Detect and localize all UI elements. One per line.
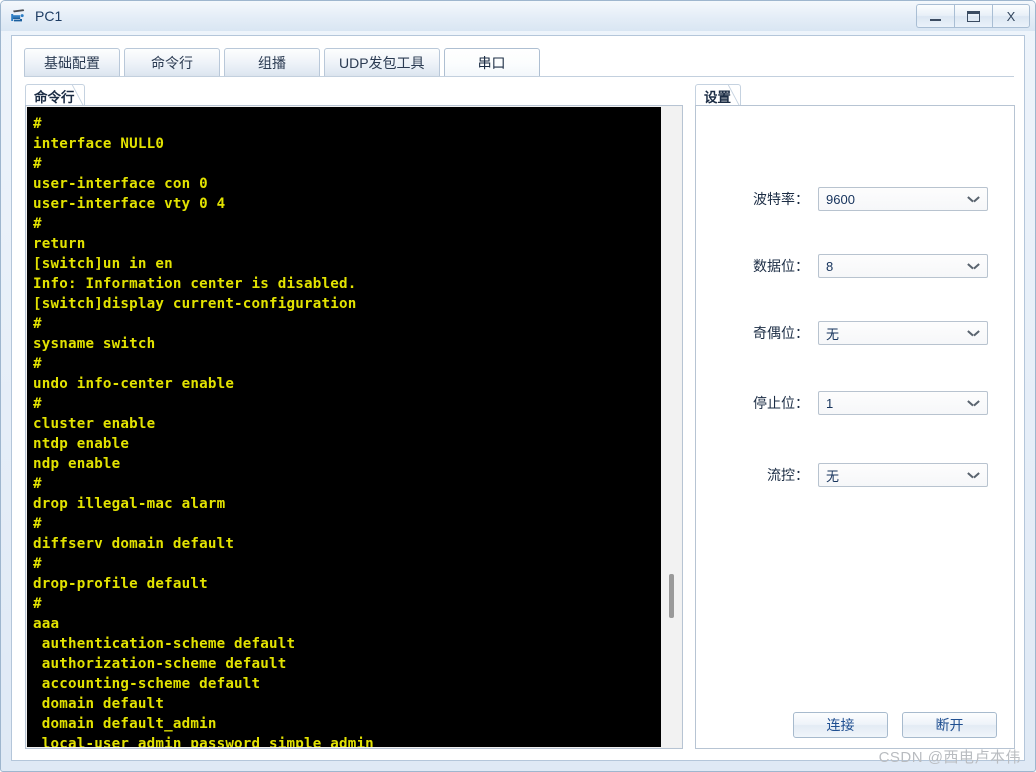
- field-row-data-bits: 数据位： 8: [696, 254, 1016, 278]
- terminal-container: # interface NULL0 # user-interface con 0…: [25, 105, 683, 749]
- settings-panel: 波特率： 9600 数据位： 8 奇偶位： 无 停止位： 1 流控： 无 连接 …: [695, 105, 1015, 749]
- minimize-icon: [930, 18, 941, 21]
- settings-actions: 连接 断开: [696, 712, 1016, 738]
- chevron-down-icon: [969, 472, 978, 481]
- application-window: PC1 X 基础配置 命令行 组播 UDP发包工具 串口 命令行 # inter…: [0, 0, 1036, 772]
- flow-control-value: 无: [826, 468, 840, 484]
- parity-label: 奇偶位：: [753, 325, 809, 341]
- parity-select[interactable]: 无: [818, 321, 988, 345]
- terminal-text: # interface NULL0 # user-interface con 0…: [33, 116, 374, 747]
- device-pc-icon: [11, 9, 25, 22]
- field-row-stop-bits: 停止位： 1: [696, 391, 1016, 415]
- stop-bits-value: 1: [826, 395, 834, 411]
- chevron-down-icon: [969, 400, 978, 409]
- chevron-down-icon: [969, 263, 978, 272]
- chevron-down-icon: [969, 330, 978, 339]
- data-bits-value: 8: [826, 258, 834, 274]
- tab-udp-sender[interactable]: UDP发包工具: [324, 48, 440, 77]
- settings-tab-slant: [739, 84, 761, 106]
- tab-serial-port[interactable]: 串口: [443, 48, 540, 77]
- field-row-parity: 奇偶位： 无: [696, 321, 1016, 345]
- disconnect-button[interactable]: 断开: [902, 712, 997, 738]
- chevron-down-icon: [969, 196, 978, 205]
- flow-control-select[interactable]: 无: [818, 463, 988, 487]
- main-tab-strip: 基础配置 命令行 组播 UDP发包工具 串口: [24, 47, 544, 77]
- baud-rate-value: 9600: [826, 191, 855, 207]
- maximize-button[interactable]: [954, 4, 992, 28]
- close-button[interactable]: X: [992, 4, 1030, 28]
- stop-bits-label: 停止位：: [753, 395, 809, 411]
- stop-bits-select[interactable]: 1: [818, 391, 988, 415]
- settings-group: 设置 波特率： 9600 数据位： 8 奇偶位： 无 停止位： 1 流控： 无 …: [695, 84, 1015, 749]
- field-row-flow-control: 流控： 无: [696, 463, 1016, 487]
- title-bar[interactable]: PC1 X: [1, 1, 1035, 31]
- window-title: PC1: [35, 8, 63, 24]
- command-line-group: 命令行 # interface NULL0 # user-interface c…: [25, 84, 683, 749]
- terminal-output[interactable]: # interface NULL0 # user-interface con 0…: [27, 107, 661, 747]
- baud-rate-select[interactable]: 9600: [818, 187, 988, 211]
- window-controls: X: [916, 4, 1030, 28]
- tab-multicast[interactable]: 组播: [224, 48, 320, 77]
- baud-rate-label: 波特率：: [753, 191, 809, 207]
- field-row-baud-rate: 波特率： 9600: [696, 187, 1016, 211]
- group-tab-slant: [83, 84, 105, 106]
- window-content: 基础配置 命令行 组播 UDP发包工具 串口 命令行 # interface N…: [11, 35, 1025, 761]
- parity-value: 无: [826, 326, 840, 342]
- scrollbar-thumb[interactable]: [669, 574, 674, 618]
- flow-control-label: 流控：: [767, 467, 809, 483]
- data-bits-label: 数据位：: [753, 258, 809, 274]
- tab-basic-config[interactable]: 基础配置: [24, 48, 120, 77]
- minimize-button[interactable]: [916, 4, 954, 28]
- maximize-icon: [967, 10, 980, 22]
- tab-command-line[interactable]: 命令行: [124, 48, 220, 77]
- data-bits-select[interactable]: 8: [818, 254, 988, 278]
- tab-strip-divider: [24, 76, 1014, 77]
- connect-button[interactable]: 连接: [793, 712, 888, 738]
- terminal-scrollbar[interactable]: [661, 107, 681, 747]
- title-bar-left: PC1: [9, 6, 62, 26]
